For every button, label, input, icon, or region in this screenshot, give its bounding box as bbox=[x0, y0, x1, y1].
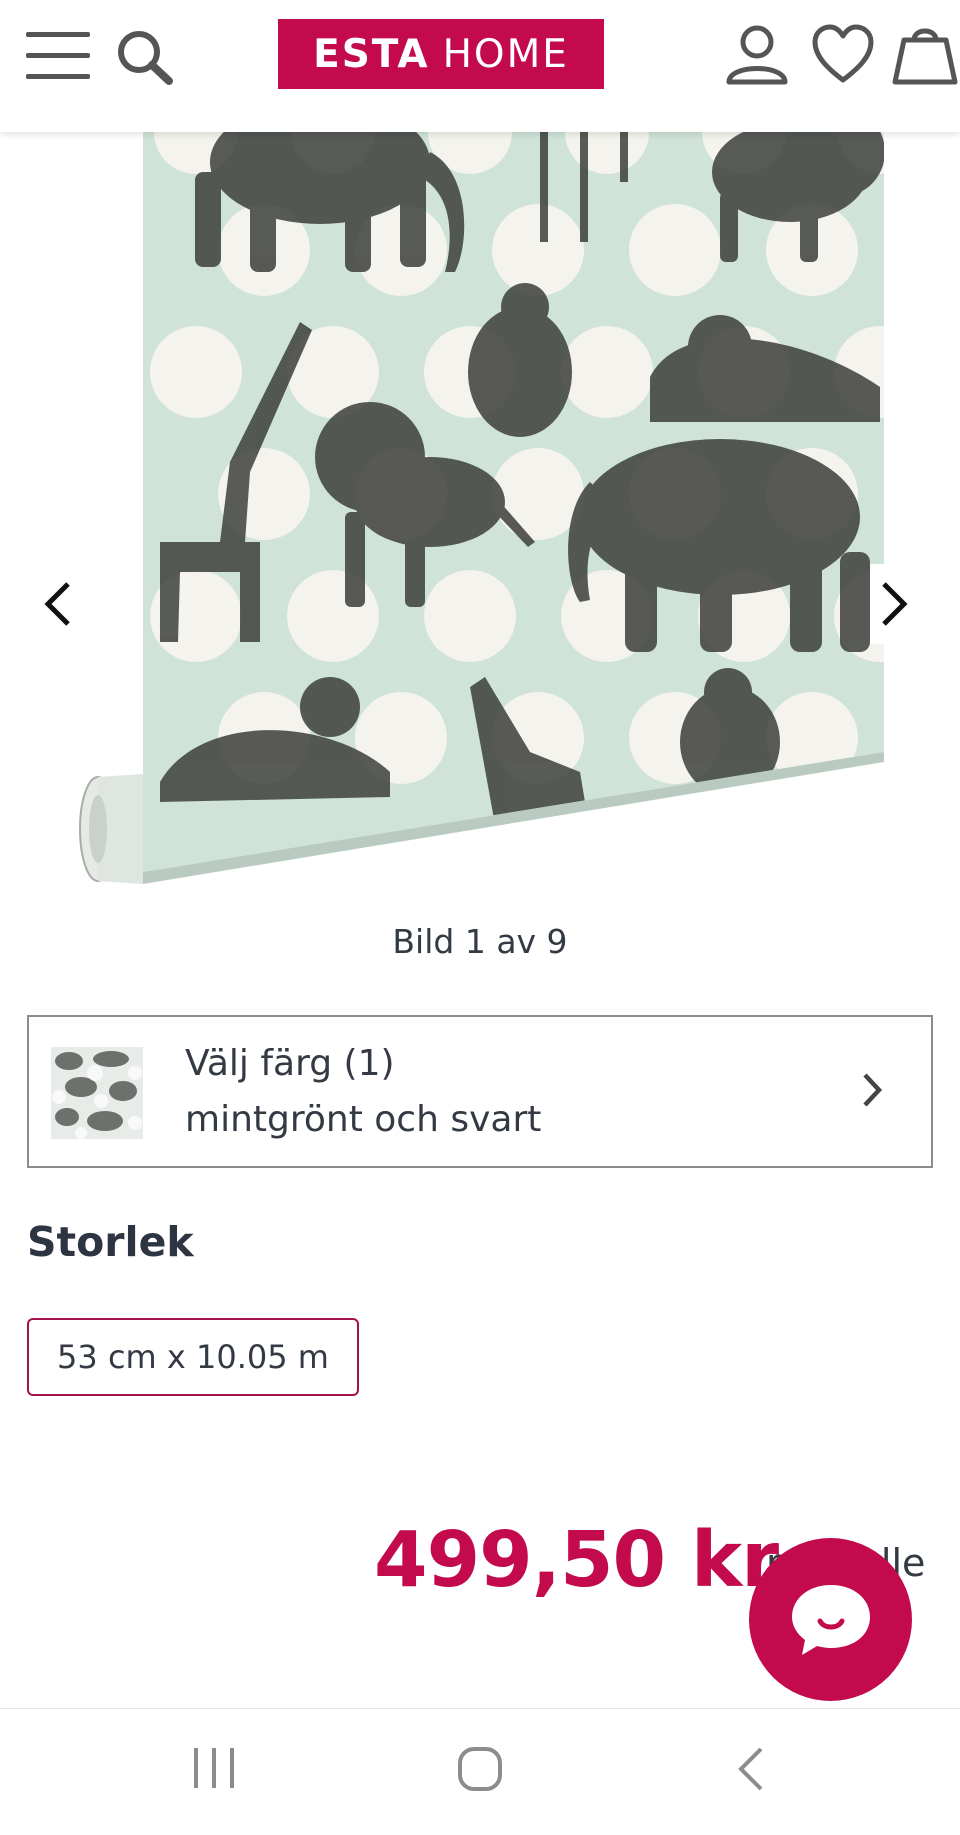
chevron-right-icon bbox=[863, 1073, 883, 1107]
system-navigation-bar bbox=[0, 1708, 960, 1835]
color-label: Välj färg (1) bbox=[185, 1043, 395, 1084]
recents-icon[interactable] bbox=[190, 1745, 238, 1791]
home-icon[interactable] bbox=[456, 1745, 504, 1793]
account-icon[interactable] bbox=[725, 24, 789, 86]
product-image-gallery[interactable] bbox=[0, 132, 960, 902]
menu-icon[interactable] bbox=[26, 32, 92, 80]
product-price: 499,50 kr bbox=[374, 1516, 779, 1605]
back-icon[interactable] bbox=[733, 1745, 767, 1793]
chat-button[interactable] bbox=[749, 1538, 912, 1701]
esta-home-logo[interactable]: ESTA HOME bbox=[278, 19, 604, 89]
search-icon[interactable] bbox=[115, 28, 175, 86]
color-swatch-thumbnail bbox=[51, 1047, 143, 1139]
size-heading: Storlek bbox=[27, 1218, 194, 1266]
color-selector[interactable]: Välj färg (1) mintgrönt och svart bbox=[27, 1015, 933, 1168]
wishlist-heart-icon[interactable] bbox=[812, 24, 874, 84]
chat-bubble-icon bbox=[791, 1584, 870, 1655]
color-value: mintgrönt och svart bbox=[185, 1099, 542, 1140]
site-header: ESTA HOME bbox=[0, 0, 960, 132]
image-counter: Bild 1 av 9 bbox=[392, 922, 568, 961]
logo-text-bold: ESTA bbox=[313, 31, 430, 77]
gallery-prev-button[interactable] bbox=[32, 564, 82, 644]
wallpaper-roll-image[interactable] bbox=[0, 132, 960, 902]
chevron-left-icon bbox=[44, 582, 70, 626]
logo-text-light: HOME bbox=[442, 31, 569, 77]
cart-bag-icon[interactable] bbox=[892, 22, 958, 86]
gallery-next-button[interactable] bbox=[870, 564, 920, 644]
size-option-button[interactable]: 53 cm x 10.05 m bbox=[27, 1318, 359, 1396]
chevron-right-icon bbox=[882, 582, 908, 626]
